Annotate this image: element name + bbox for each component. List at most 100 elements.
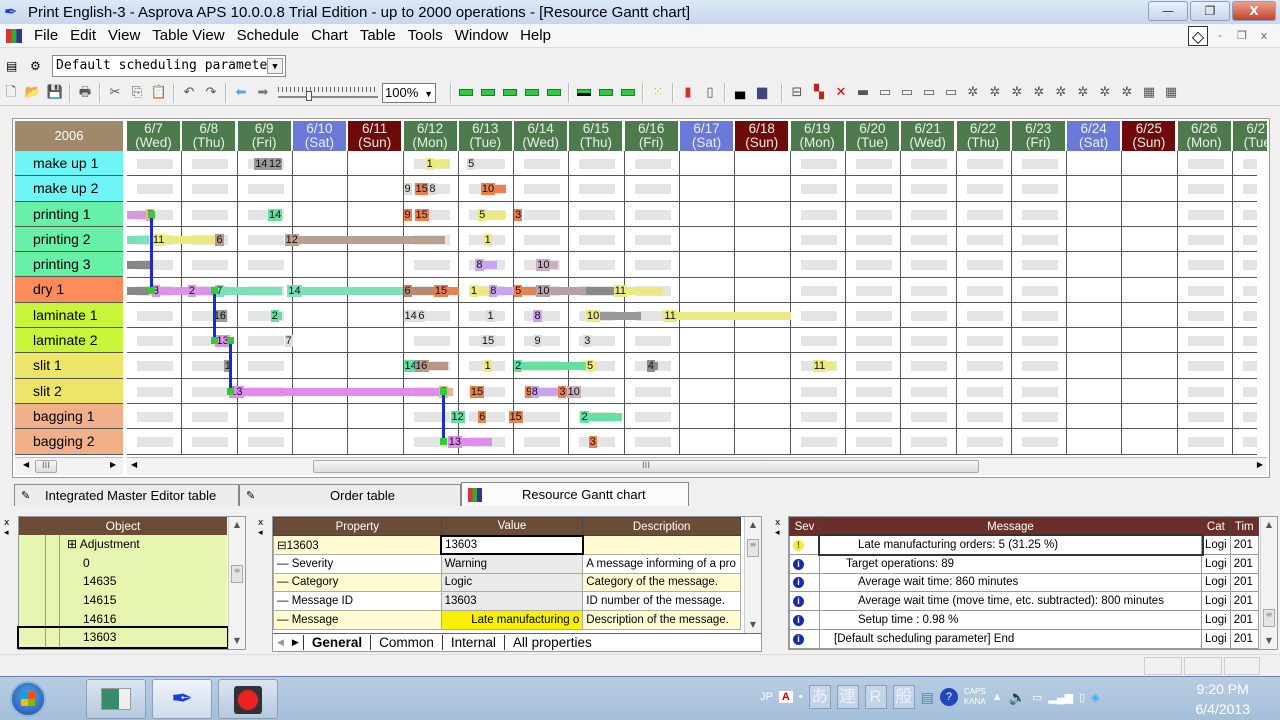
panel-close-icon[interactable]: x ◂ bbox=[258, 518, 263, 538]
tool-14-icon[interactable]: ▦ bbox=[1139, 84, 1159, 102]
operation-bar[interactable] bbox=[287, 286, 404, 295]
property-value[interactable]: Warning bbox=[440, 553, 584, 574]
arrow-left-icon[interactable]: ⬅ bbox=[231, 84, 251, 102]
bar-style-2-icon[interactable] bbox=[478, 84, 498, 102]
menu-table[interactable]: Table bbox=[354, 27, 402, 44]
property-row[interactable]: — Category Logic Category of the message. bbox=[273, 572, 741, 593]
language-indicator[interactable]: JP bbox=[760, 691, 773, 703]
operation-bar[interactable] bbox=[215, 286, 282, 295]
property-tab-common[interactable]: Common bbox=[370, 635, 442, 650]
tree-item[interactable]: 13603 bbox=[17, 626, 229, 650]
message-row[interactable]: i Average wait time (move time, etc. subt… bbox=[789, 591, 1259, 612]
bar-height-2-icon[interactable] bbox=[596, 84, 616, 102]
resource-label[interactable]: printing 1 bbox=[15, 201, 123, 227]
ime-romaji-button[interactable]: R bbox=[864, 685, 887, 709]
operation-bar[interactable] bbox=[599, 311, 642, 320]
paste-icon[interactable]: 📋 bbox=[149, 84, 169, 102]
restore-button[interactable]: ❐ bbox=[1190, 1, 1230, 21]
tab-scroll-left-icon[interactable]: ◀ bbox=[273, 637, 288, 648]
bar-style-5-icon[interactable] bbox=[544, 84, 564, 102]
tree-item[interactable]: 14616 bbox=[19, 609, 227, 629]
taskbar-record-button[interactable] bbox=[218, 679, 278, 719]
diamond-icon[interactable]: ◇ bbox=[1188, 26, 1208, 46]
resource-label[interactable]: make up 2 bbox=[15, 176, 123, 202]
property-value[interactable]: Late manufacturing o bbox=[440, 610, 584, 630]
message-row[interactable]: i [Default scheduling parameter] End Logi 2… bbox=[789, 628, 1259, 649]
tool-9-icon[interactable]: ✲ bbox=[1029, 84, 1049, 102]
resource-label[interactable]: bagging 1 bbox=[15, 403, 123, 430]
menu-edit[interactable]: Edit bbox=[64, 27, 102, 44]
message-row[interactable]: i Average wait time: 860 minutes Logi 201 bbox=[789, 572, 1259, 593]
dots-icon[interactable]: ⁙ bbox=[648, 84, 668, 102]
tool-11-icon[interactable]: ✲ bbox=[1073, 84, 1093, 102]
chevron-down-icon[interactable]: ▼ bbox=[267, 57, 283, 74]
gantt-grid[interactable]: 1412159158107149155311612181032714615185… bbox=[127, 151, 1257, 455]
resource-label[interactable]: bagging 2 bbox=[15, 429, 123, 455]
start-button[interactable] bbox=[10, 681, 46, 717]
mdi-minimize-button[interactable]: - bbox=[1210, 26, 1230, 46]
panel-close-icon[interactable]: x ◂ bbox=[4, 518, 9, 538]
ime-general-button[interactable]: 般 bbox=[892, 685, 915, 709]
tab-order-table[interactable]: ✎ Order table bbox=[239, 484, 461, 506]
network-icon[interactable]: ⊟ bbox=[787, 84, 807, 102]
property-row[interactable]: ⊟13603 13603 bbox=[273, 534, 741, 556]
scroll-up-icon[interactable]: ▲ bbox=[1261, 517, 1277, 533]
property-row[interactable]: — Message ID 13603 ID number of the messag… bbox=[273, 591, 741, 612]
cut-icon[interactable]: ✂ bbox=[105, 84, 125, 102]
scroll-left-icon[interactable]: ◀ bbox=[131, 460, 137, 469]
redo-icon[interactable]: ↷ bbox=[201, 84, 221, 102]
scroll-up-icon[interactable]: ▲ bbox=[229, 517, 245, 533]
tab-resource-gantt-chart[interactable]: Resource Gantt chart bbox=[461, 482, 689, 506]
tool-1-icon[interactable]: ▬ bbox=[853, 84, 873, 102]
battery-icon[interactable]: ▯ bbox=[1079, 691, 1085, 704]
mdi-restore-button[interactable]: ❐ bbox=[1232, 26, 1252, 46]
property-row[interactable]: — Message Late manufacturing o Description… bbox=[273, 610, 741, 630]
property-value[interactable]: 13603 bbox=[440, 591, 584, 612]
bar-style-3-icon[interactable] bbox=[500, 84, 520, 102]
taskbar-asprova-button[interactable]: ✒ bbox=[152, 679, 212, 719]
tool-8-icon[interactable]: ✲ bbox=[1007, 84, 1027, 102]
scroll-down-icon[interactable]: ▼ bbox=[229, 633, 245, 649]
scroll-thumb[interactable]: ≡ bbox=[231, 565, 243, 583]
print-icon[interactable]: 🖶 bbox=[75, 84, 95, 102]
tool-15-icon[interactable]: ▦ bbox=[1161, 84, 1181, 102]
help-icon[interactable]: ? bbox=[939, 688, 958, 706]
tree-item[interactable]: 0 bbox=[19, 553, 227, 573]
bar-style-4-icon[interactable] bbox=[522, 84, 542, 102]
save-icon[interactable]: 💾 bbox=[45, 84, 65, 102]
mdi-document-icon[interactable] bbox=[6, 28, 22, 43]
ime-hiragana-button[interactable]: あ bbox=[808, 685, 831, 709]
operation-bar[interactable] bbox=[663, 311, 791, 320]
message-vscrollbar[interactable]: ▲ ≡ ▼ bbox=[1260, 517, 1277, 649]
reschedule-icon[interactable]: ⚙ bbox=[30, 58, 48, 74]
operation-bar[interactable] bbox=[127, 286, 150, 295]
gantt-hscrollbar[interactable]: ◀ III ▶ bbox=[127, 457, 1267, 475]
menu-view[interactable]: View bbox=[102, 27, 146, 44]
relation-icon[interactable]: ▚ bbox=[809, 84, 829, 102]
clock[interactable]: 9:20 PM 6/4/2013 bbox=[1196, 679, 1251, 719]
resource-label[interactable]: dry 1 bbox=[15, 277, 123, 303]
property-vscrollbar[interactable]: ▲ ≡ ▼ bbox=[744, 517, 761, 633]
resource-label[interactable]: slit 2 bbox=[15, 378, 123, 404]
show-hidden-icons[interactable]: ▲ bbox=[992, 691, 1003, 703]
menu-table-view[interactable]: Table View bbox=[146, 27, 230, 44]
network-status-icon[interactable]: ◈ bbox=[1091, 691, 1099, 704]
arrow-right-icon[interactable]: ➡ bbox=[253, 84, 273, 102]
property-value[interactable]: 13603 bbox=[440, 534, 584, 556]
resource-label[interactable]: laminate 2 bbox=[15, 328, 123, 354]
property-value[interactable]: Logic bbox=[440, 572, 584, 593]
scroll-thumb[interactable]: III bbox=[313, 460, 979, 473]
bar-height-3-icon[interactable] bbox=[618, 84, 638, 102]
mdi-close-button[interactable]: x bbox=[1254, 26, 1274, 46]
scheduling-parameter-dropdown[interactable]: Default scheduling parameter ▼ bbox=[52, 54, 286, 77]
operation-bar[interactable] bbox=[127, 261, 152, 270]
scroll-left-icon[interactable]: ◀ bbox=[23, 460, 29, 469]
network-signal-icon[interactable]: ▂▄▆ bbox=[1048, 691, 1073, 704]
minimize-button[interactable]: — bbox=[1148, 1, 1188, 21]
open-folder-icon[interactable]: 📂 bbox=[23, 84, 43, 102]
resource-label[interactable]: printing 2 bbox=[15, 226, 123, 253]
action-center-icon[interactable]: ▭ bbox=[1032, 691, 1042, 704]
operation-bar[interactable] bbox=[127, 210, 147, 219]
scroll-right-icon[interactable]: ▶ bbox=[1257, 460, 1263, 469]
message-row[interactable]: i Target operations: 89 Logi 201 bbox=[789, 553, 1259, 574]
